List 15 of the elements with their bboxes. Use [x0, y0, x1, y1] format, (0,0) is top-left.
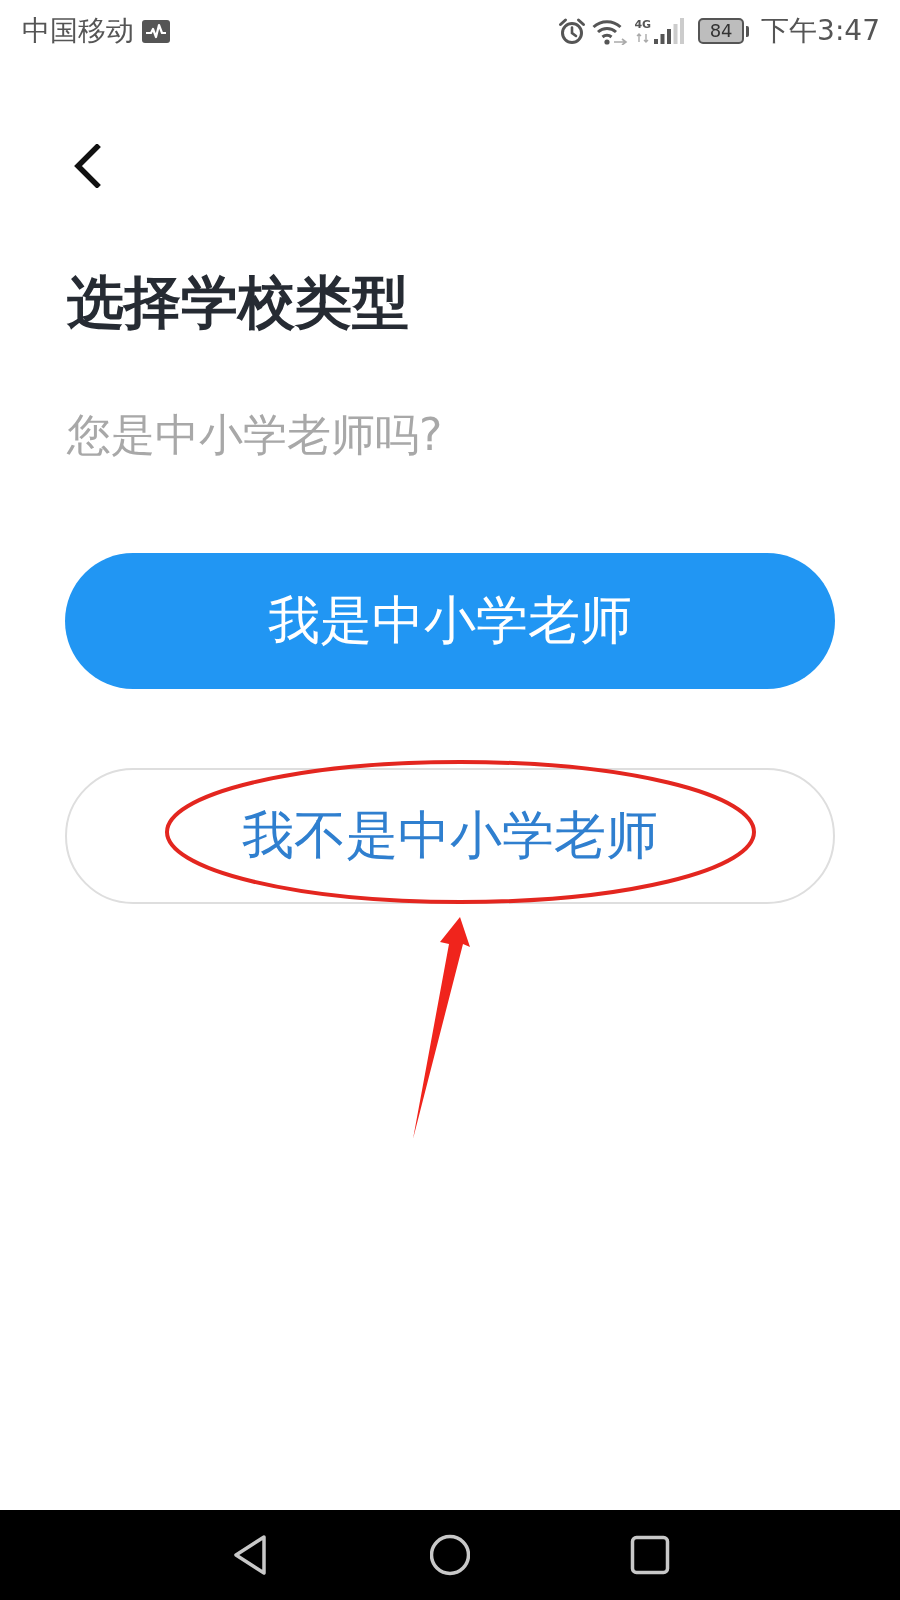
- not-teacher-button[interactable]: 我不是中小学老师: [65, 768, 835, 904]
- question-text: 您是中小学老师吗?: [67, 408, 444, 462]
- carrier-name: 中国移动: [22, 15, 134, 47]
- page-title: 选择学校类型: [67, 268, 410, 336]
- battery-percentage: 84: [709, 21, 733, 41]
- data-arrows-icon: [635, 33, 650, 43]
- network-type-label: 4G: [634, 19, 652, 31]
- teacher-button[interactable]: 我是中小学老师: [65, 553, 835, 689]
- clock-time: 下午3:47: [761, 15, 880, 47]
- back-icon[interactable]: [72, 144, 102, 188]
- recents-square-icon[interactable]: [630, 1534, 670, 1576]
- alarm-clock-icon: [558, 17, 587, 45]
- signal-bars-icon: [654, 18, 685, 44]
- activity-icon: [142, 19, 170, 43]
- wifi-icon: [592, 17, 629, 45]
